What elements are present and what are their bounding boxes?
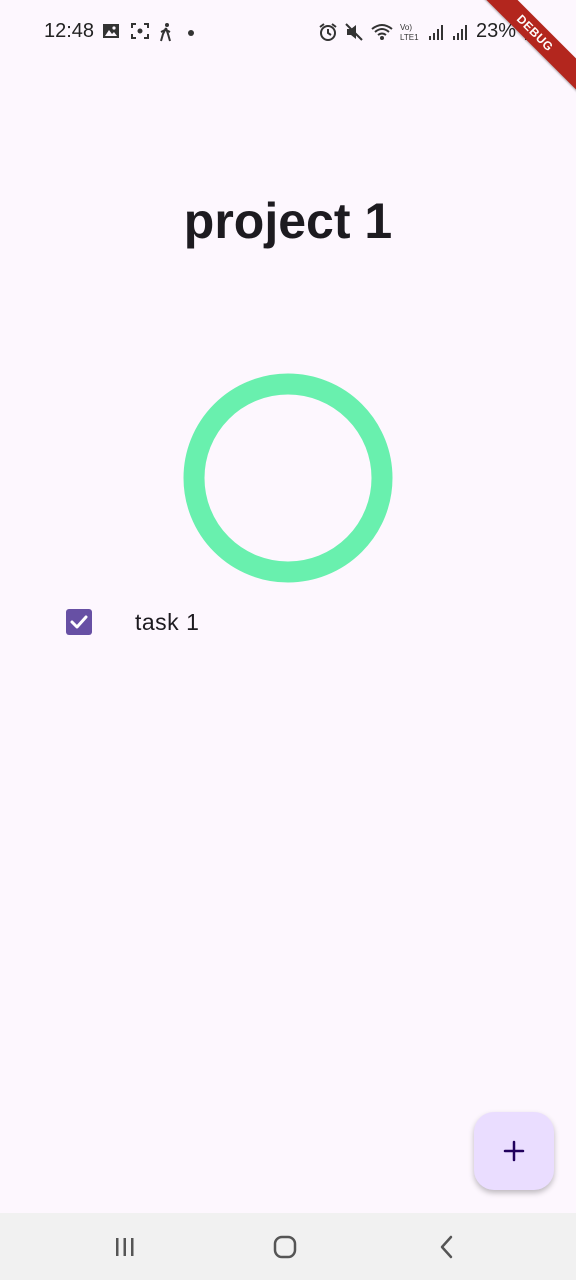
wifi-icon bbox=[370, 22, 394, 42]
dot-icon bbox=[186, 22, 196, 42]
alarm-icon bbox=[318, 22, 338, 42]
svg-text:Vo): Vo) bbox=[400, 23, 412, 32]
status-bar: 12:48 Vo) LTE1 23% bbox=[0, 0, 576, 64]
recents-icon bbox=[116, 1238, 134, 1256]
volte-icon: Vo) LTE1 bbox=[400, 22, 422, 42]
screen-capture-icon bbox=[130, 22, 150, 42]
task-label: task 1 bbox=[135, 608, 200, 635]
svg-text:LTE1: LTE1 bbox=[400, 33, 419, 42]
signal-icon bbox=[452, 22, 470, 42]
progress-ring bbox=[183, 373, 393, 583]
list-item[interactable]: task 1 bbox=[66, 604, 526, 640]
back-button[interactable] bbox=[432, 1233, 462, 1261]
recents-button[interactable] bbox=[110, 1233, 140, 1261]
home-icon bbox=[273, 1235, 297, 1259]
check-icon bbox=[70, 615, 88, 629]
image-icon bbox=[102, 22, 122, 42]
add-task-button[interactable] bbox=[474, 1112, 554, 1190]
status-time: 12:48 bbox=[44, 20, 95, 42]
page-title: project 1 bbox=[183, 193, 393, 249]
navigation-bar bbox=[0, 1213, 576, 1280]
plus-icon bbox=[503, 1140, 525, 1162]
home-button[interactable] bbox=[270, 1233, 300, 1261]
walking-icon bbox=[158, 22, 178, 42]
back-icon bbox=[440, 1235, 453, 1259]
mute-icon bbox=[344, 22, 364, 42]
task-checkbox[interactable] bbox=[66, 609, 92, 635]
signal-icon bbox=[428, 22, 446, 42]
